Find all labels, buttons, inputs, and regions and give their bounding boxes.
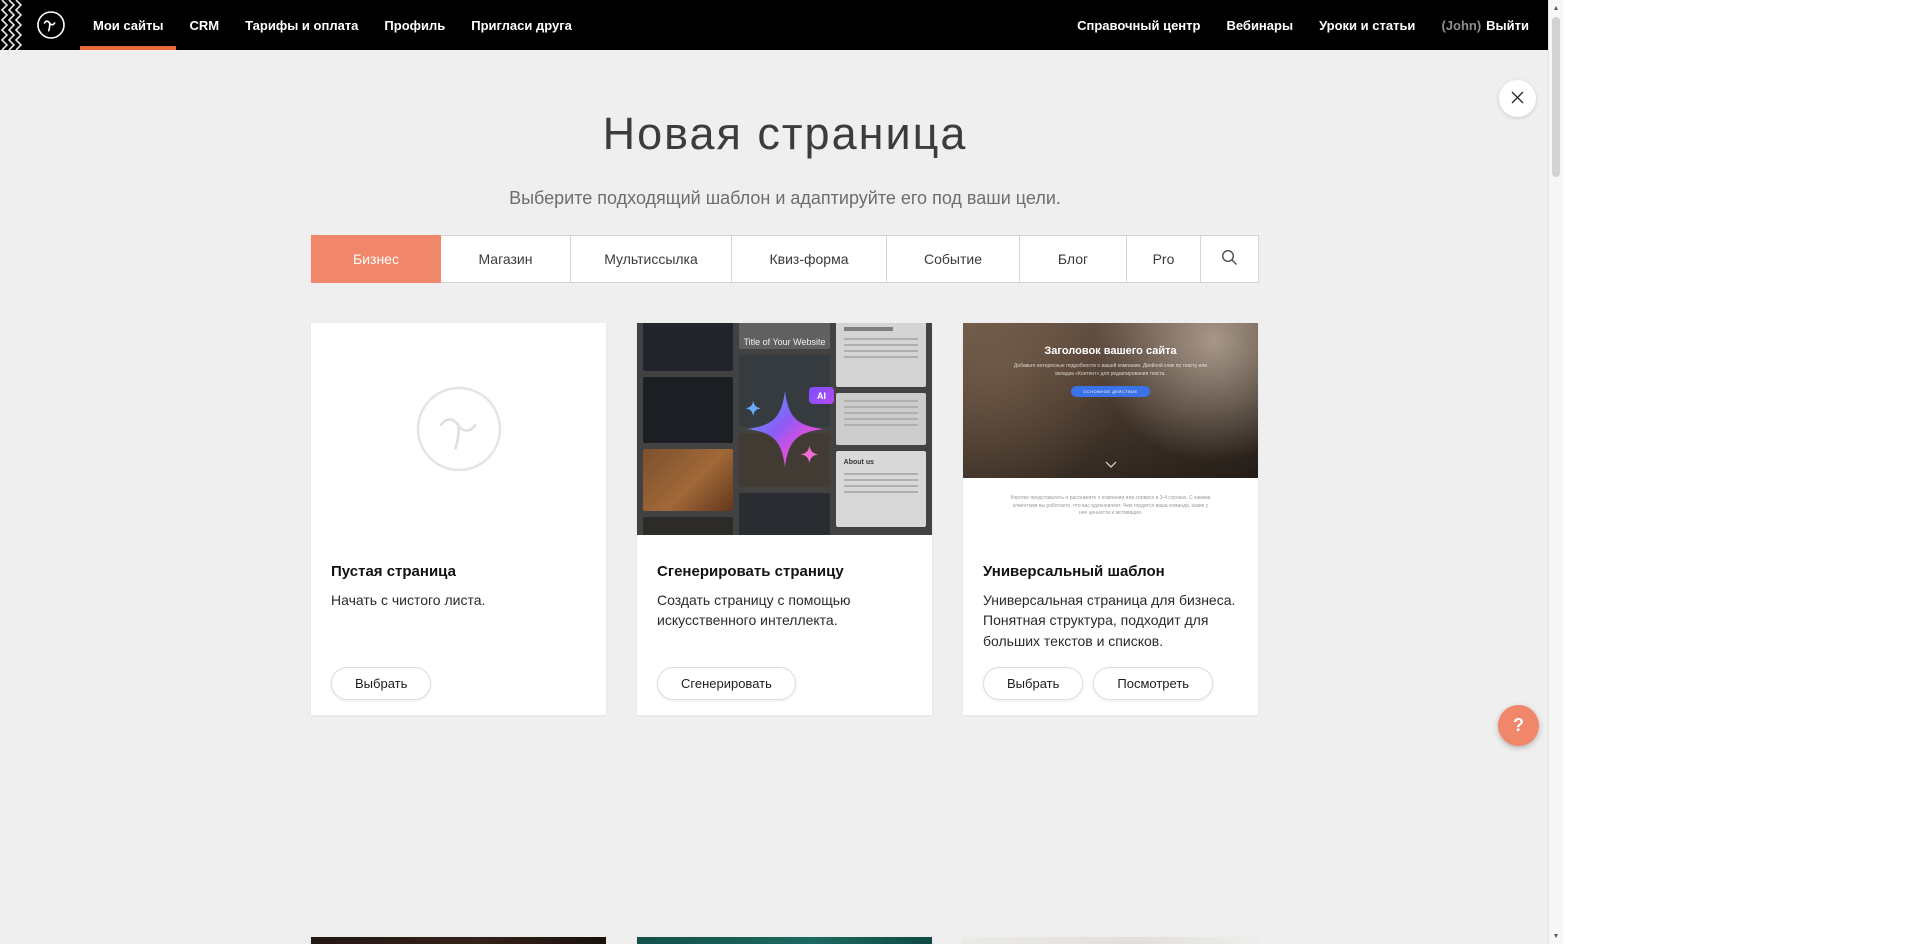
- app-window: Мои сайты CRM Тарифы и оплата Профиль Пр…: [0, 0, 1548, 944]
- tilda-logo[interactable]: [36, 10, 66, 40]
- card-description: Создать страницу с помощью искусственног…: [637, 580, 932, 631]
- nav-item-invite[interactable]: Пригласи друга: [458, 0, 585, 50]
- card-title: Универсальный шаблон: [963, 535, 1258, 580]
- nav-item-my-sites[interactable]: Мои сайты: [80, 0, 176, 50]
- template-hero: Заголовок вашего сайта Добавьте интересн…: [963, 323, 1258, 478]
- page-title: Новая страница: [311, 108, 1259, 160]
- top-navbar: Мои сайты CRM Тарифы и оплата Профиль Пр…: [0, 0, 1548, 50]
- template-card-preview[interactable]: [963, 937, 1258, 944]
- category-tabs: Бизнес Магазин Мультиссылка Квиз-форма С…: [311, 235, 1259, 283]
- nav-item-logout[interactable]: (John) Выйти: [1428, 0, 1542, 50]
- blank-preview[interactable]: [311, 323, 606, 535]
- template-card-ai: About us Title of Your Website: [637, 323, 932, 715]
- tab-event[interactable]: Событие: [886, 235, 1020, 283]
- tab-pro[interactable]: Pro: [1126, 235, 1201, 283]
- template-card-universal: Заголовок вашего сайта Добавьте интересн…: [963, 323, 1258, 715]
- tab-multilink[interactable]: Мультиссылка: [570, 235, 732, 283]
- help-button[interactable]: ?: [1498, 705, 1539, 746]
- tilda-watermark-icon: [415, 385, 503, 473]
- card-title: Пустая страница: [311, 535, 606, 580]
- template-hero-text: Добавьте интересные подробности о вашей …: [1011, 362, 1211, 378]
- preview-button[interactable]: Посмотреть: [1093, 667, 1213, 700]
- chevron-down-icon: [1105, 455, 1117, 473]
- template-card-blank: Пустая страница Начать с чистого листа. …: [311, 323, 606, 715]
- template-body-text: Коротко представьтесь и расскажите о ком…: [1008, 495, 1213, 518]
- card-title: Сгенерировать страницу: [637, 535, 932, 580]
- nav-item-profile[interactable]: Профиль: [371, 0, 458, 50]
- card-description: Начать с чистого листа.: [311, 580, 606, 610]
- template-grid: Пустая страница Начать с чистого листа. …: [311, 323, 1259, 944]
- page-scrollbar: ▲ ▼: [1548, 0, 1563, 944]
- nav-item-tariffs[interactable]: Тарифы и оплата: [232, 0, 371, 50]
- scroll-down-icon[interactable]: ▼: [1549, 929, 1563, 943]
- tab-store[interactable]: Магазин: [440, 235, 571, 283]
- card-description: Универсальная страница для бизнеса. Поня…: [963, 580, 1258, 651]
- template-card-preview[interactable]: [637, 937, 932, 944]
- ai-preview[interactable]: About us Title of Your Website: [637, 323, 932, 535]
- scroll-up-icon[interactable]: ▲: [1549, 1, 1563, 15]
- tab-quiz-form[interactable]: Квиз-форма: [731, 235, 887, 283]
- logout-label: Выйти: [1486, 18, 1529, 33]
- ai-badge: AI: [809, 387, 834, 404]
- close-icon: [1510, 90, 1525, 108]
- ai-sparkle-icon: [637, 323, 932, 535]
- nav-item-crm[interactable]: CRM: [176, 0, 232, 50]
- scrollbar-thumb[interactable]: [1552, 17, 1560, 177]
- tab-business[interactable]: Бизнес: [311, 235, 441, 283]
- nav-item-webinars[interactable]: Вебинары: [1213, 0, 1306, 50]
- template-card-preview[interactable]: [311, 937, 606, 944]
- user-name: (John): [1441, 18, 1481, 33]
- tab-search[interactable]: [1200, 235, 1259, 283]
- nav-right: Справочный центр Вебинары Уроки и статьи…: [1064, 0, 1548, 50]
- nav-left: Мои сайты CRM Тарифы и оплата Профиль Пр…: [80, 0, 585, 50]
- choose-button[interactable]: Выбрать: [983, 667, 1083, 700]
- tab-blog[interactable]: Блог: [1019, 235, 1127, 283]
- template-hero-button: Основное действие: [1071, 386, 1150, 397]
- generate-button[interactable]: Сгенерировать: [657, 667, 796, 700]
- zigzag-pattern-icon: [0, 0, 24, 50]
- template-hero-title: Заголовок вашего сайта: [1044, 345, 1176, 357]
- close-button[interactable]: [1499, 80, 1536, 117]
- universal-preview[interactable]: Заголовок вашего сайта Добавьте интересн…: [963, 323, 1258, 535]
- search-icon: [1221, 249, 1238, 269]
- new-page-dialog: Новая страница Выберите подходящий шабло…: [311, 108, 1259, 944]
- page-subtitle: Выберите подходящий шаблон и адаптируйте…: [311, 188, 1259, 209]
- nav-item-help-center[interactable]: Справочный центр: [1064, 0, 1213, 50]
- choose-button[interactable]: Выбрать: [331, 667, 431, 700]
- nav-item-lessons[interactable]: Уроки и статьи: [1306, 0, 1428, 50]
